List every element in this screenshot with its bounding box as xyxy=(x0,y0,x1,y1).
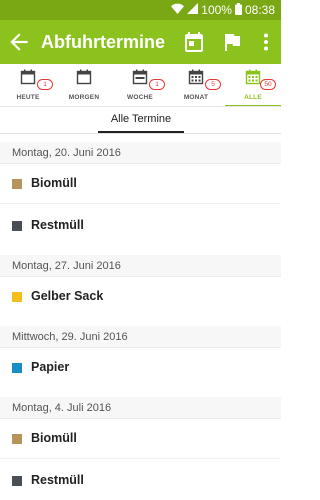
waste-color-swatch xyxy=(12,363,22,373)
calendar-week-icon xyxy=(132,69,148,85)
tab-label: ALLE xyxy=(244,94,262,101)
sub-tab-bar: Alle Termine xyxy=(0,107,281,134)
tab-label: MORGEN xyxy=(68,94,100,101)
calendar-today-icon[interactable] xyxy=(182,30,206,54)
tab-label: HEUTE xyxy=(16,94,40,101)
flag-icon[interactable] xyxy=(220,30,244,54)
battery-percent: 100% xyxy=(201,3,232,17)
divider xyxy=(0,203,281,204)
date-header: Montag, 27. Juni 2016 xyxy=(0,255,281,277)
page-title: Abfuhrtermine xyxy=(41,32,166,52)
clock: 08:38 xyxy=(244,3,275,17)
tab-label: MONAT xyxy=(183,94,209,101)
date-label: Mittwoch, 29. Juni 2016 xyxy=(12,331,128,343)
tab-heute[interactable]: 1 HEUTE xyxy=(0,64,56,107)
list-item[interactable]: Gelber Sack xyxy=(0,277,281,317)
calendar-month-icon xyxy=(188,69,204,85)
signal-icon xyxy=(187,3,199,17)
more-vert-icon[interactable] xyxy=(254,30,278,54)
tab-alle-termine[interactable]: Alle Termine xyxy=(98,107,184,134)
waste-color-swatch xyxy=(12,292,22,302)
waste-color-swatch xyxy=(12,221,22,231)
list-item[interactable]: Restmüll xyxy=(0,206,281,246)
waste-color-swatch xyxy=(12,434,22,444)
tab-monat[interactable]: 5 MONAT xyxy=(168,64,224,107)
date-label: Montag, 27. Juni 2016 xyxy=(12,260,121,272)
sub-tab-label: Alle Termine xyxy=(110,113,172,125)
tab-badge: 50 xyxy=(260,79,276,90)
tab-badge: 1 xyxy=(149,79,165,90)
waste-type-label: Biomüll xyxy=(31,431,77,445)
date-header: Montag, 20. Juni 2016 xyxy=(0,142,281,164)
list-item[interactable]: Restmüll xyxy=(0,461,281,500)
list-item[interactable]: Papier xyxy=(0,348,281,388)
tab-badge: 1 xyxy=(37,79,53,90)
tab-alle[interactable]: 50 ALLE xyxy=(225,64,281,107)
waste-color-swatch xyxy=(12,179,22,189)
tab-badge: 5 xyxy=(205,79,221,90)
calendar-blank-icon xyxy=(76,69,92,85)
waste-type-label: Gelber Sack xyxy=(31,289,104,303)
wifi-icon xyxy=(171,3,185,17)
tab-woche[interactable]: 1 WOCHE xyxy=(112,64,168,107)
tab-morgen[interactable]: MORGEN xyxy=(56,64,112,107)
calendar-blank-icon xyxy=(20,69,36,85)
waste-type-label: Restmüll xyxy=(31,473,84,487)
list-item[interactable]: Biomüll xyxy=(0,419,281,459)
waste-type-label: Restmüll xyxy=(31,218,84,232)
period-tabs: 1 HEUTE MORGEN 1 WOCHE 5 MONAT 50 ALLE xyxy=(0,64,281,107)
battery-icon xyxy=(234,2,242,18)
waste-type-label: Biomüll xyxy=(31,176,77,190)
date-label: Montag, 20. Juni 2016 xyxy=(12,147,121,159)
date-label: Montag, 4. Juli 2016 xyxy=(12,402,112,414)
date-header: Montag, 4. Juli 2016 xyxy=(0,397,281,419)
calendar-all-icon xyxy=(245,69,261,85)
app-bar: Abfuhrtermine xyxy=(0,20,281,64)
status-bar: 100% 08:38 xyxy=(0,0,281,20)
appointment-list[interactable]: Montag, 20. Juni 2016 Biomüll Restmüll M… xyxy=(0,134,281,500)
arrow-back-icon[interactable] xyxy=(6,29,32,55)
date-header: Mittwoch, 29. Juni 2016 xyxy=(0,326,281,348)
waste-type-label: Papier xyxy=(31,360,70,374)
tab-label: WOCHE xyxy=(127,94,153,101)
waste-color-swatch xyxy=(12,476,22,486)
list-item[interactable]: Biomüll xyxy=(0,164,281,204)
divider xyxy=(0,458,281,459)
